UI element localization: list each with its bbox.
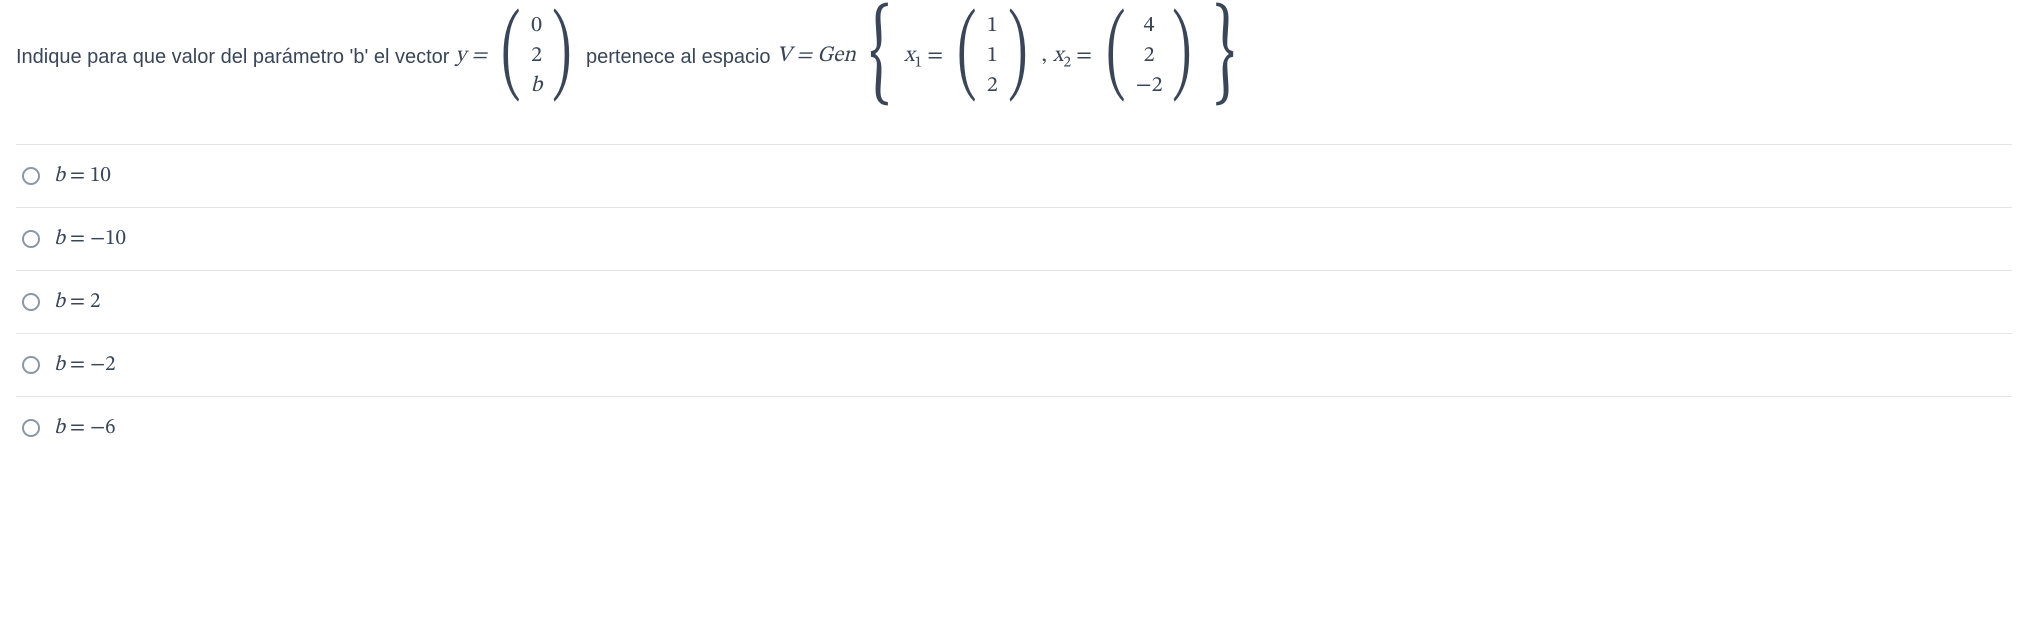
vector-x1-entry: 1	[987, 42, 998, 72]
vector-y-entry: 2	[531, 42, 542, 72]
option-label: b = −6	[54, 415, 115, 441]
option-3[interactable]: b = 2	[16, 271, 2012, 334]
vector-x2-entry: −2	[1136, 72, 1163, 102]
option-2[interactable]: b = −10	[16, 208, 2012, 271]
vector-y-entry: 0	[531, 12, 542, 42]
vector-y: ( 0 2 b )	[493, 12, 580, 101]
left-brace-icon: {	[869, 10, 891, 104]
option-label: b = −10	[54, 226, 126, 252]
right-paren-icon: )	[552, 14, 572, 99]
radio-icon[interactable]	[22, 356, 40, 374]
options-list: b = 10 b = −10 b = 2 b = −2 b = −6	[16, 144, 2012, 459]
left-paren-icon: (	[957, 14, 977, 99]
option-label: b = 10	[54, 163, 111, 189]
comma: ,	[1041, 42, 1046, 71]
question-stem: Indique para que valor del parámetro 'b'…	[16, 10, 2012, 104]
question-text-mid: pertenece al espacio	[586, 44, 771, 70]
radio-icon[interactable]	[22, 293, 40, 311]
question-text-before: Indique para que valor del parámetro 'b'…	[16, 44, 449, 70]
left-paren-icon: (	[1106, 14, 1126, 99]
vector-x2-entry: 2	[1144, 42, 1155, 72]
v-eq-gen: V = Gen	[777, 42, 856, 71]
x2-label: x2 =	[1053, 42, 1092, 72]
vector-y-entry: b	[531, 72, 542, 102]
vector-x1-entry: 2	[987, 72, 998, 102]
radio-icon[interactable]	[22, 419, 40, 437]
vector-x2-entry: 4	[1144, 12, 1155, 42]
x1-label: x1 =	[904, 42, 943, 72]
y-equals: y =	[455, 42, 487, 71]
vector-x1-entry: 1	[987, 12, 998, 42]
option-label: b = 2	[54, 289, 100, 315]
option-1[interactable]: b = 10	[16, 145, 2012, 208]
left-paren-icon: (	[501, 14, 521, 99]
right-paren-icon: )	[1173, 14, 1193, 99]
vector-x1: ( 1 1 2 )	[949, 12, 1035, 101]
radio-icon[interactable]	[22, 230, 40, 248]
right-brace-icon: }	[1213, 10, 1235, 104]
option-4[interactable]: b = −2	[16, 334, 2012, 397]
option-label: b = −2	[54, 352, 115, 378]
option-5[interactable]: b = −6	[16, 397, 2012, 459]
vector-x2: ( 4 2 −2 )	[1098, 12, 1200, 101]
radio-icon[interactable]	[22, 167, 40, 185]
right-paren-icon: )	[1008, 14, 1028, 99]
generating-set: x1 = ( 1 1 2 ) , x2 = ( 4 2 −2 )	[904, 12, 1200, 101]
